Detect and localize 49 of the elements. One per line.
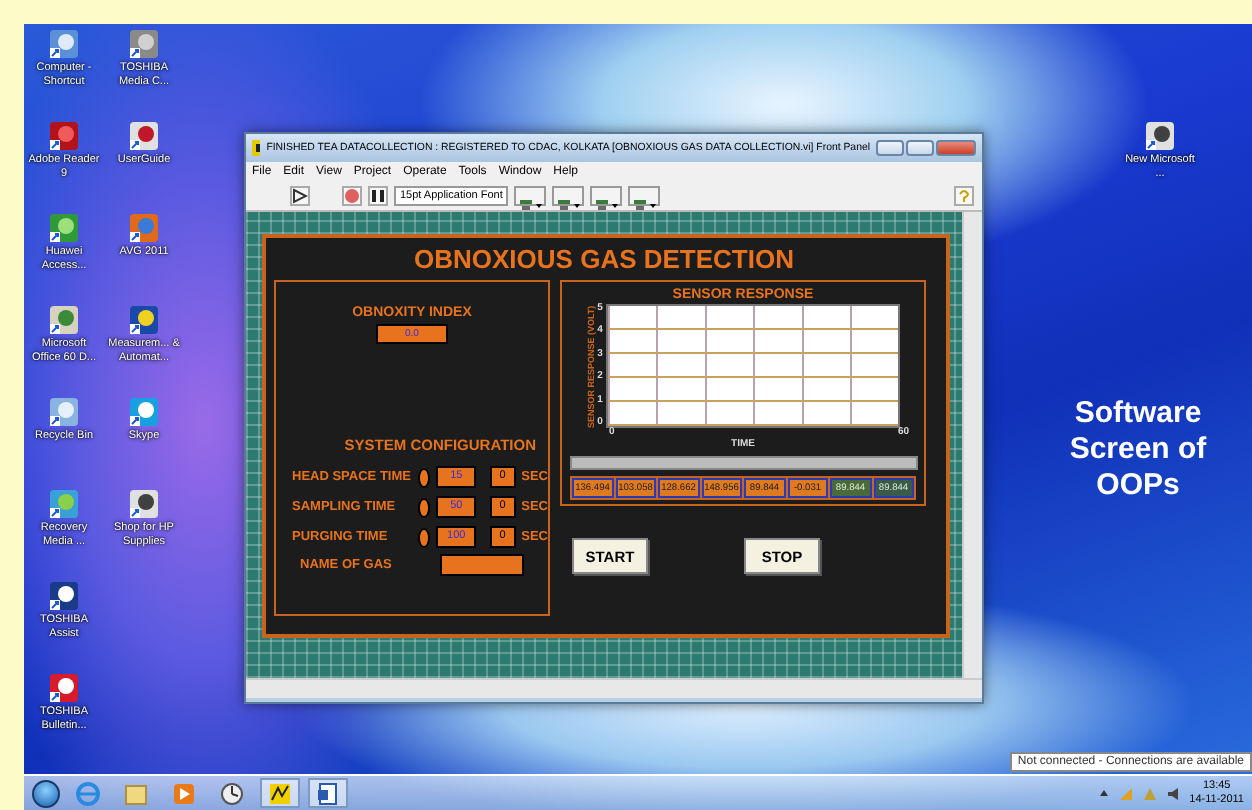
run-button[interactable] <box>290 186 310 206</box>
shortcut-icon[interactable] <box>48 28 80 60</box>
vertical-scrollbar[interactable] <box>962 212 982 678</box>
maximize-button[interactable] <box>906 140 934 156</box>
shortcut-icon[interactable] <box>128 488 160 520</box>
shortcut-icon[interactable] <box>128 212 160 244</box>
shortcut-icon[interactable] <box>48 488 80 520</box>
caret-icon[interactable] <box>1097 788 1110 798</box>
shortcut-icon[interactable] <box>48 120 80 152</box>
gas-name-field[interactable] <box>440 554 524 576</box>
pause-button[interactable] <box>368 186 388 206</box>
arrow-icon <box>292 188 308 204</box>
shortcut-icon[interactable] <box>48 304 80 336</box>
folder-icon <box>124 781 148 805</box>
align-objects-icon <box>555 196 582 212</box>
speaker-icon[interactable] <box>1165 785 1182 801</box>
labview-icon <box>268 781 292 805</box>
align-objects-icon <box>517 196 544 212</box>
taskbar-button[interactable] <box>308 778 348 808</box>
stop-icon <box>344 188 360 204</box>
question-icon <box>956 188 972 204</box>
media-player-icon <box>172 781 196 805</box>
resize-dropdown[interactable] <box>590 186 623 206</box>
start-button[interactable] <box>32 779 60 807</box>
clock-icon <box>220 781 244 805</box>
shortcut-icon[interactable] <box>48 672 80 704</box>
shortcut-icon[interactable] <box>48 212 80 244</box>
align-objects-icon <box>631 196 658 212</box>
browser-icon <box>76 781 100 805</box>
minimize-button[interactable] <box>876 140 904 156</box>
graph-scrollbar[interactable] <box>569 456 917 470</box>
distribute-dropdown[interactable] <box>552 186 585 206</box>
panel-title: OBNOXIOUS GAS DETECTION <box>412 244 796 276</box>
shortcut-icon[interactable] <box>48 396 80 428</box>
shortcut-icon[interactable] <box>1144 120 1176 152</box>
taskbar-button[interactable] <box>260 778 300 808</box>
shortcut-icon[interactable] <box>48 580 80 612</box>
shortcut-icon[interactable] <box>128 304 160 336</box>
shortcut-icon[interactable] <box>128 28 160 60</box>
document-icon <box>316 781 340 805</box>
align-objects-icon <box>593 196 620 212</box>
app-icon <box>252 140 261 156</box>
reorder-dropdown[interactable] <box>628 186 661 206</box>
shortcut-icon[interactable] <box>128 120 160 152</box>
shortcut-icon[interactable] <box>128 396 160 428</box>
align-dropdown[interactable] <box>514 186 547 206</box>
pause-icon <box>370 188 386 204</box>
slide-caption: Software Screen of OOPs <box>1067 396 1209 504</box>
horizontal-scrollbar[interactable] <box>246 678 982 698</box>
